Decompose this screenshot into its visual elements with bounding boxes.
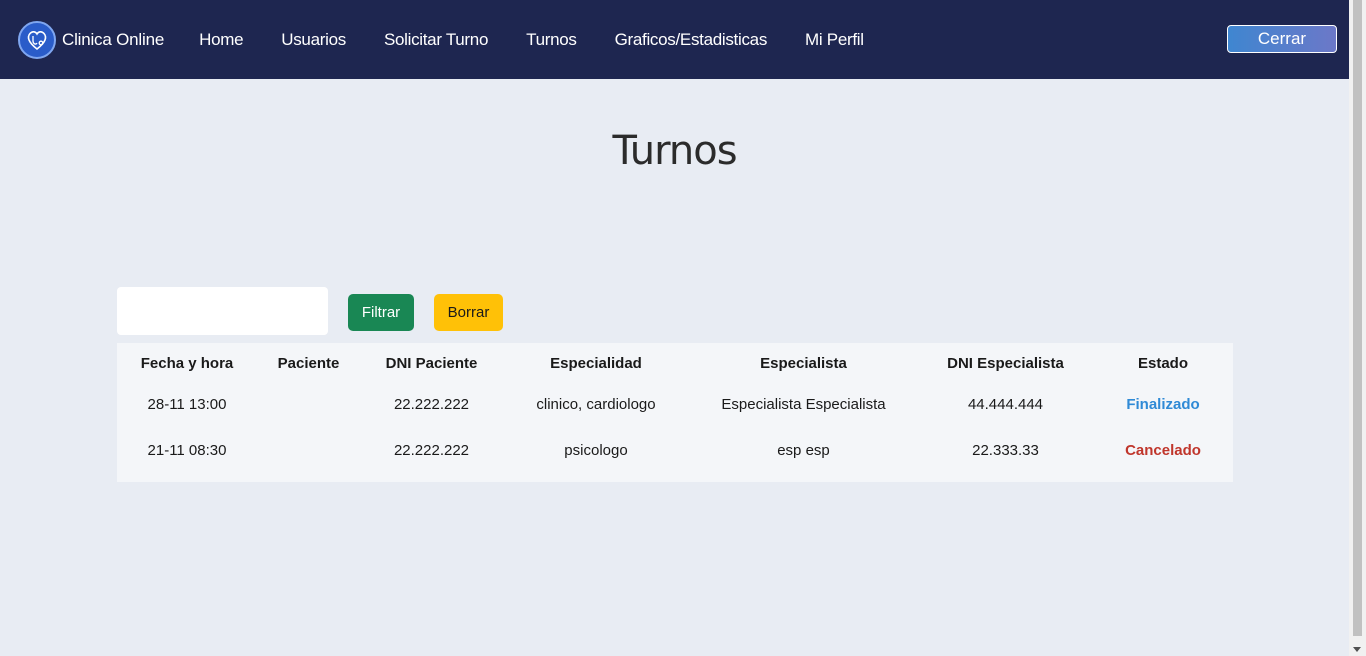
column-header-especialista: Especialista — [760, 354, 847, 372]
status-badge: Cancelado — [1125, 441, 1201, 459]
cell-dni-paciente: 22.222.222 — [393, 395, 470, 413]
nav-link-turnos[interactable]: Turnos — [526, 30, 577, 50]
page-title: Turnos — [612, 128, 737, 174]
scrollbar-thumb[interactable] — [1353, 0, 1362, 636]
column-header-estado: Estado — [1137, 354, 1188, 372]
top-navbar: Clinica Online Home Usuarios Solicitar T… — [0, 0, 1349, 79]
cell-paciente — [257, 383, 360, 425]
brand[interactable]: Clinica Online — [18, 20, 165, 59]
cell-dni-especialista: 22.333.33 — [972, 441, 1039, 459]
nav-links: Home Usuarios Solicitar Turno Turnos Gra… — [180, 30, 883, 50]
nav-link-solicitar-turno[interactable]: Solicitar Turno — [384, 30, 488, 50]
heart-stethoscope-icon — [18, 20, 56, 59]
cell-dni-paciente: 22.222.222 — [393, 441, 470, 459]
cell-especialidad: psicologo — [564, 441, 628, 459]
cell-dni-especialista: 44.444.444 — [967, 395, 1044, 413]
logout-button[interactable]: Cerrar — [1227, 25, 1337, 53]
table-row[interactable]: 28-11 13:00 22.222.222 clinico, cardiolo… — [117, 383, 1233, 425]
nav-link-usuarios[interactable]: Usuarios — [281, 30, 346, 50]
scroll-down-arrow-icon[interactable] — [1353, 647, 1361, 652]
column-header-dni-paciente: DNI Paciente — [385, 354, 478, 372]
appointments-table: Fecha y hora Paciente DNI Paciente Espec… — [117, 343, 1233, 482]
column-header-especialidad: Especialidad — [550, 354, 642, 372]
cell-paciente — [257, 425, 360, 475]
table-header-row: Fecha y hora Paciente DNI Paciente Espec… — [117, 343, 1233, 383]
clear-button[interactable]: Borrar — [434, 294, 503, 331]
vertical-scrollbar[interactable] — [1349, 0, 1366, 656]
column-header-dni-especialista: DNI Especialista — [947, 354, 1064, 372]
cell-fecha: 28-11 13:00 — [147, 395, 227, 413]
nav-link-graficos[interactable]: Graficos/Estadisticas — [615, 30, 768, 50]
cell-especialista: Especialista Especialista — [721, 395, 886, 413]
brand-name: Clinica Online — [62, 29, 165, 49]
filter-input[interactable] — [117, 287, 328, 335]
nav-link-mi-perfil[interactable]: Mi Perfil — [805, 30, 864, 50]
cell-fecha: 21-11 08:30 — [147, 441, 227, 459]
status-badge: Finalizado — [1126, 395, 1200, 413]
table-row[interactable]: 21-11 08:30 22.222.222 psicologo esp esp… — [117, 425, 1233, 475]
column-header-fecha: Fecha y hora — [140, 354, 234, 372]
cell-especialista: esp esp — [777, 441, 830, 459]
nav-link-home[interactable]: Home — [199, 30, 243, 50]
column-header-paciente: Paciente — [277, 354, 340, 372]
filter-button[interactable]: Filtrar — [348, 294, 414, 331]
cell-especialidad: clinico, cardiologo — [536, 395, 656, 413]
